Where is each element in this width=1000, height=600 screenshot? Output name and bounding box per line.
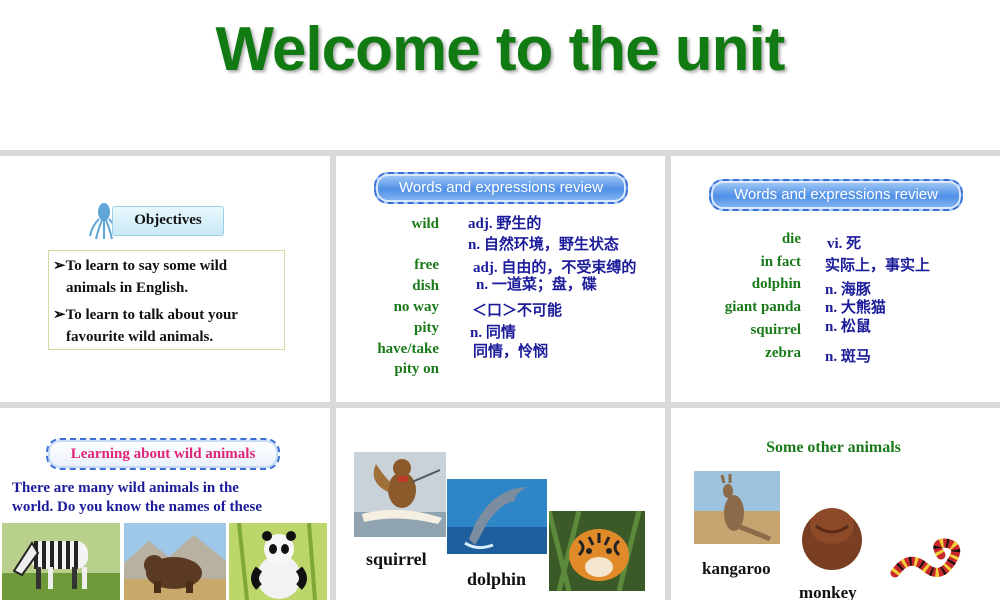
objectives-list: ➢To learn to say some wild animals in En… <box>48 250 285 350</box>
page-title: Welcome to the unit <box>215 15 786 84</box>
vocab-word: squirrel <box>750 322 801 338</box>
objectives-tab[interactable]: Objectives <box>112 206 224 236</box>
other-animals-label: Some other animals <box>766 439 901 456</box>
vocab-meaning: adj. 野生的 <box>468 216 542 232</box>
vocab-word: free <box>414 257 439 273</box>
vocab-meaning: 实际上，事实上 <box>825 258 931 274</box>
vocab-word: no way <box>393 299 439 315</box>
monkey-image <box>796 496 868 572</box>
learning-label: Learning about wild animals <box>70 446 256 462</box>
monkey-caption: monkey <box>799 583 857 600</box>
review-label: Words and expressions review <box>709 179 963 211</box>
vocab-slide-1[interactable]: Words and expressions review wild free d… <box>336 156 665 402</box>
vocab-word: dolphin <box>751 276 801 292</box>
vocab-word: pity on <box>394 361 439 377</box>
vocab-meaning: n. 一道菜；盘，碟 <box>476 277 597 293</box>
review-label: Words and expressions review <box>374 172 628 204</box>
learning-text: world. Do you know the names of these <box>12 499 263 515</box>
vocab-meaning: vi. 死 <box>827 236 862 252</box>
objective-line: ➢To learn to say some wild <box>53 258 228 274</box>
vocab-meaning: n. 斑马 <box>825 349 871 365</box>
vocab-word: giant panda <box>724 299 801 315</box>
vocab-word: pity <box>413 320 439 336</box>
vocab-meaning: n. 同情 <box>470 325 516 341</box>
vocab-meaning: 同情，怜悯 <box>473 344 549 360</box>
learning-text: There are many wild animals in the <box>12 480 239 496</box>
vocab-word: have/take <box>377 341 439 357</box>
vocab-word: zebra <box>765 345 801 361</box>
tiger-image <box>549 511 645 591</box>
vocab-word: dish <box>412 278 439 294</box>
objectives-slide[interactable]: Objectives ➢To learn to say some wild an… <box>0 156 330 402</box>
learning-tab[interactable]: Learning about wild animals <box>46 438 280 470</box>
objective-line: ➢To learn to talk about your <box>53 307 238 323</box>
bear-image <box>124 523 226 600</box>
squirrel-image <box>354 452 446 537</box>
objectives-label: Objectives <box>134 212 202 228</box>
snake-image <box>890 538 961 578</box>
vocab-meaning: n. 松鼠 <box>825 319 871 335</box>
objective-line: animals in English. <box>66 280 189 296</box>
pictures-slide-2[interactable]: Some other animals kangaroo monkey <box>671 408 1000 600</box>
vocab-meaning: n. 自然环境，野生状态 <box>468 237 619 253</box>
vocab-slide-2[interactable]: Words and expressions review die in fact… <box>671 156 1000 402</box>
kangaroo-image <box>694 471 780 544</box>
zebra-image <box>2 523 120 600</box>
vocab-word: in fact <box>760 254 801 270</box>
panda-image <box>229 523 327 600</box>
vocab-meaning: n. 大熊猫 <box>825 300 886 316</box>
vocab-word: wild <box>411 216 439 232</box>
pictures-slide-1[interactable]: squirrel dolphin <box>336 408 665 600</box>
vocab-meaning: ＜口＞不可能 <box>472 303 563 319</box>
kangaroo-caption: kangaroo <box>702 559 771 578</box>
vocab-word: die <box>781 231 801 247</box>
dolphin-caption: dolphin <box>467 569 527 589</box>
squirrel-caption: squirrel <box>366 549 427 569</box>
learning-slide[interactable]: Learning about wild animals There are ma… <box>0 408 330 600</box>
objective-line: favourite wild animals. <box>66 329 214 345</box>
dolphin-image <box>447 479 547 554</box>
